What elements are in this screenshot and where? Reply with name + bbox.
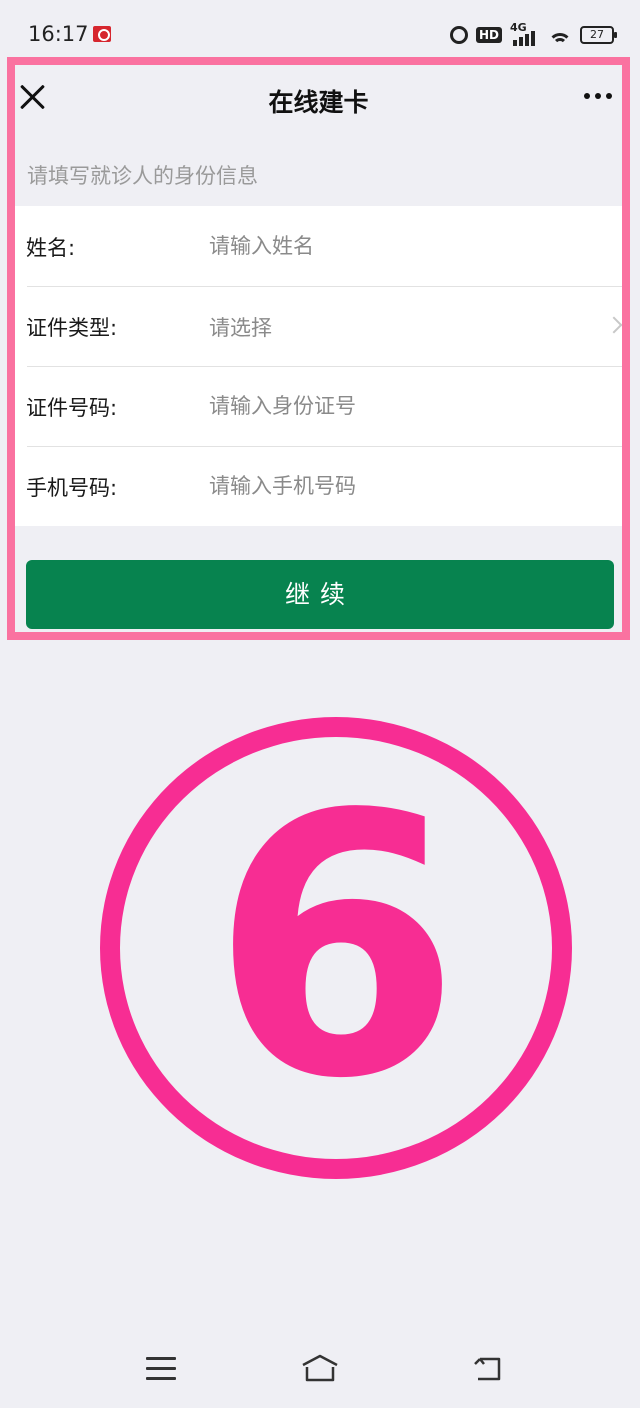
step-marker: 6 <box>100 717 572 1179</box>
highlight-frame <box>7 57 630 640</box>
home-icon[interactable] <box>300 1353 340 1383</box>
screen: 16:17 HD 4G 27 在线建卡 请填写就诊人的身份信息 姓名: 请输入姓… <box>0 0 640 1408</box>
system-nav-bar <box>0 1330 640 1408</box>
back-icon[interactable] <box>472 1355 504 1383</box>
hd-icon: HD <box>475 27 502 43</box>
alarm-icon <box>449 26 468 44</box>
wifi-icon <box>548 25 572 45</box>
status-time: 16:17 <box>28 22 89 46</box>
step-number: 6 <box>210 738 462 1157</box>
app-notification-icon <box>93 26 111 42</box>
battery-icon: 27 <box>580 26 617 44</box>
status-icons: HD 4G 27 <box>449 21 617 48</box>
cellular-signal-icon: 4G <box>510 21 540 46</box>
menu-icon[interactable] <box>146 1357 176 1380</box>
